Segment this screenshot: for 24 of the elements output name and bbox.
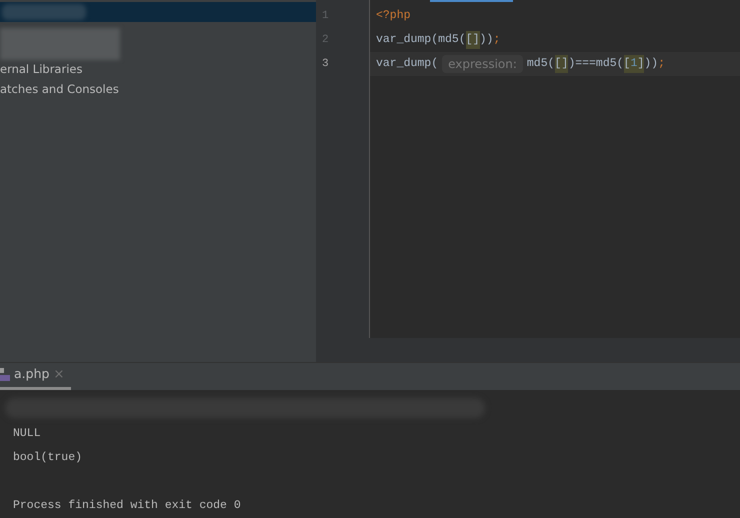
code-token: )) bbox=[480, 32, 494, 48]
code-token: [] bbox=[466, 31, 480, 49]
console-line: bool(true) bbox=[13, 450, 84, 466]
code-token: var_dump(md5( bbox=[376, 32, 466, 48]
tree-item[interactable]: atches and Consoles bbox=[0, 80, 316, 100]
code-token: ; bbox=[658, 56, 665, 72]
console-line: NULL bbox=[13, 426, 42, 442]
code-token: [ bbox=[624, 55, 630, 73]
code-token: ; bbox=[493, 32, 500, 48]
code-token: )) bbox=[644, 56, 658, 72]
selected-tree-row[interactable] bbox=[0, 2, 316, 22]
tree-item[interactable]: ernal Libraries bbox=[0, 60, 316, 80]
run-tab[interactable]: a.php × bbox=[0, 362, 71, 390]
code-token: )===md5( bbox=[568, 56, 624, 72]
code-token: var_dump( bbox=[376, 56, 438, 72]
line-number: 3 bbox=[321, 56, 330, 72]
exit-message: Process finished with exit code 0 bbox=[13, 498, 242, 514]
code-token: ] bbox=[637, 55, 644, 73]
code-token: 1 bbox=[630, 55, 638, 73]
code-token: <?php bbox=[376, 8, 411, 24]
parameter-hint: expression: bbox=[442, 55, 523, 73]
code-token: [] bbox=[554, 55, 568, 73]
code-token: md5( bbox=[526, 56, 555, 72]
php-file-icon bbox=[0, 368, 10, 382]
